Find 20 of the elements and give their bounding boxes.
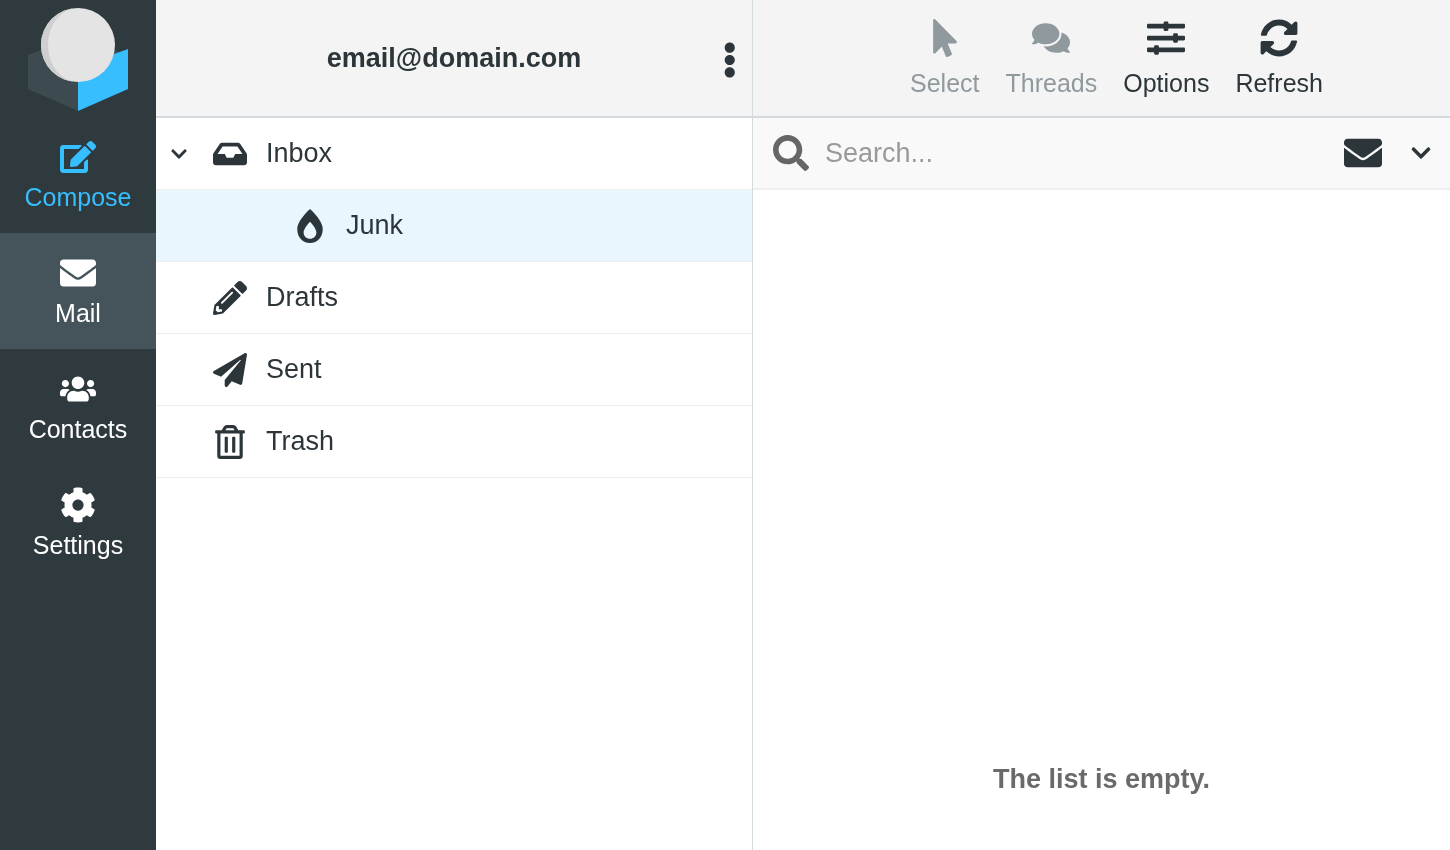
search-field[interactable]: Search...: [823, 136, 1330, 170]
pencil-icon: [213, 280, 247, 315]
refresh-icon: [1260, 18, 1299, 57]
nav-item[interactable]: Compose: [0, 117, 156, 233]
sliders-icon: [1147, 18, 1186, 57]
nav-item[interactable]: Mail: [0, 233, 156, 349]
toolbar-button[interactable]: Options: [1113, 0, 1220, 116]
paper-plane-icon: [213, 352, 247, 387]
search-icon: [773, 135, 809, 171]
search-bar[interactable]: Search...: [753, 118, 1450, 190]
nav-item[interactable]: Contacts: [0, 349, 156, 465]
account-title: email@domain.com: [326, 42, 582, 74]
trash-icon: [213, 424, 247, 459]
empty-list-message: The list is empty.: [992, 764, 1211, 795]
folder-item[interactable]: Junk: [156, 190, 752, 262]
settings-icon: [60, 486, 96, 523]
nav-item[interactable]: Settings: [0, 465, 156, 581]
edit-icon: [60, 138, 96, 175]
toolbar-button[interactable]: Refresh: [1225, 0, 1333, 116]
kebab-menu-icon: [722, 42, 736, 78]
